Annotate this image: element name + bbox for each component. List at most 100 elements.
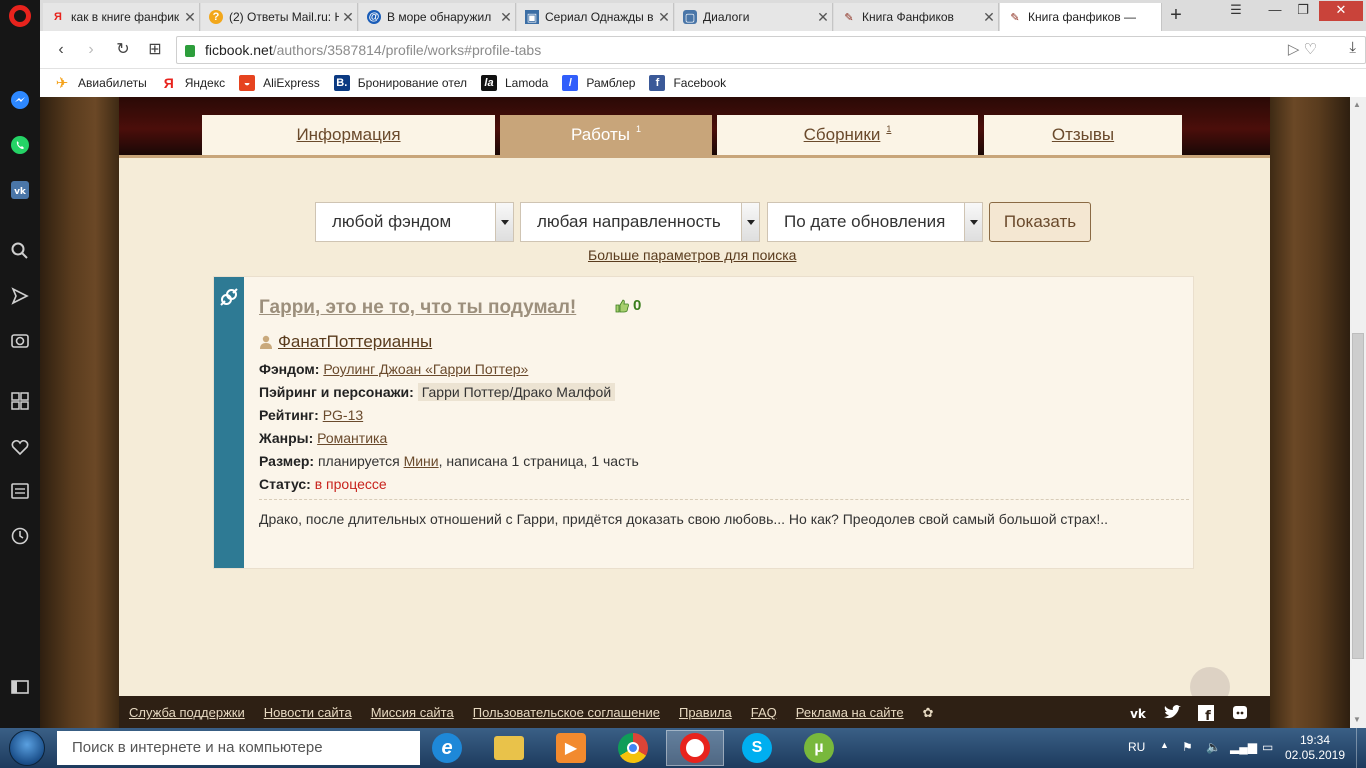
tab-collections[interactable]: Сборники 1 [717,115,978,155]
volume-icon[interactable]: 🔈 [1206,740,1221,754]
genre-link[interactable]: Романтика [317,430,387,446]
footer-link-news[interactable]: Новости сайта [264,705,352,721]
browser-tab-2[interactable]: @ В море обнаружил ✕ [359,3,516,31]
close-icon[interactable]: ✕ [181,9,199,26]
bookmark-aviabilety[interactable]: ✈ Авиабилеты [54,75,147,92]
bookmark-label: Lamoda [504,76,549,90]
twitter-icon[interactable] [1162,704,1182,722]
download-icon[interactable]: ⤓ [1349,39,1356,56]
more-search-params-link[interactable]: Больше параметров для поиска [588,247,796,263]
author[interactable]: ФанатПоттерианны [260,332,432,352]
facebook-icon[interactable]: f [1196,704,1216,722]
close-icon[interactable]: ✕ [814,9,832,26]
chevron-down-icon[interactable] [741,203,759,241]
close-icon[interactable]: ✕ [339,9,357,26]
browser-tab-5[interactable]: ✎ Книга Фанфиков ✕ [834,3,999,31]
url-field[interactable]: ficbook.net/authors/3587814/profile/work… [176,36,1366,64]
reload-button[interactable]: ↻ [112,39,134,61]
history-icon[interactable] [8,524,32,548]
taskbar-ie[interactable]: e [418,730,476,766]
footer-link-ads[interactable]: Реклама на сайте [796,705,904,721]
battery-icon[interactable]: ▭ [1262,740,1273,754]
tab-menu-icon[interactable]: ☰ [1225,1,1247,21]
bookmark-facebook[interactable]: f Facebook [649,75,726,91]
vk-icon[interactable]: vk [1128,704,1148,722]
browser-tab-6[interactable]: ✎ Книга фанфиков — [1000,3,1162,31]
close-icon[interactable]: ✕ [980,9,998,26]
footer-link-mission[interactable]: Миссия сайта [371,705,454,721]
minimize-button[interactable]: — [1262,1,1288,21]
scroll-down-arrow-icon[interactable]: ▼ [1353,715,1361,724]
speed-dial-grid-icon[interactable]: ⊞ [144,39,166,61]
bookmark-label: Яндекс [184,76,226,90]
vk-icon[interactable]: vk [8,178,32,202]
size-link[interactable]: Мини [404,453,439,469]
send-icon[interactable] [8,284,32,308]
camera-icon[interactable] [8,328,32,352]
sort-select[interactable]: По дате обновления [767,202,983,242]
messenger-icon[interactable] [8,88,32,112]
maximize-button[interactable]: ❐ [1290,1,1316,21]
taskbar-chrome[interactable] [604,730,662,766]
tab-reviews[interactable]: Отзывы [984,115,1182,155]
tab-information[interactable]: Информация [202,115,495,155]
author-link[interactable]: ФанатПоттерианны [278,332,432,352]
speed-dial-icon[interactable] [8,389,32,413]
bookmark-lamoda[interactable]: la Lamoda [480,75,549,91]
taskbar-search-input[interactable]: Поиск в интернете и на компьютере [57,731,420,765]
fandom-link[interactable]: Роулинг Джоан «Гарри Поттер» [323,361,528,377]
clock[interactable]: 19:34 02.05.2019 [1284,733,1346,763]
paw-icon[interactable]: ✿ [923,705,934,721]
action-center-icon[interactable]: ⚑ [1182,740,1193,754]
footer-link-support[interactable]: Служба поддержки [129,705,245,721]
show-desktop-button[interactable] [1356,728,1366,768]
bookmark-booking[interactable]: B. Бронирование отел [333,75,467,91]
sidebar-toggle-icon[interactable] [8,675,32,699]
fic-title-link[interactable]: Гарри, это не то, что ты подумал! [259,297,576,319]
bookmark-aliexpress[interactable]: ◒ AliExpress [239,75,320,91]
taskbar-skype[interactable]: S [728,730,786,766]
footer-link-faq[interactable]: FAQ [751,705,777,721]
tab-strip: Я как в книге фанфик ✕ ? (2) Ответы Mail… [40,0,1366,31]
chevron-down-icon[interactable] [495,203,513,241]
bookmark-yandex[interactable]: Я Яндекс [161,75,225,91]
chevron-down-icon[interactable] [964,203,982,241]
opera-logo-icon[interactable] [9,5,31,27]
browser-tab-4[interactable]: ▢ Диалоги ✕ [675,3,833,31]
forward-button[interactable]: › [80,39,102,61]
language-indicator[interactable]: RU [1128,740,1145,754]
taskbar-utorrent[interactable]: µ [790,730,848,766]
send-and-heart-icons[interactable]: ▷ ♡ [1288,40,1317,58]
show-hidden-icons-icon[interactable]: ▲ [1160,740,1169,750]
news-icon[interactable] [8,479,32,503]
bookmark-rambler[interactable]: / Рамблер [562,75,635,91]
footer-link-user-agreement[interactable]: Пользовательское соглашение [473,705,660,721]
footer-link-rules[interactable]: Правила [679,705,732,721]
close-window-button[interactable]: ✕ [1319,1,1363,21]
close-icon[interactable]: ✕ [497,9,515,26]
close-icon[interactable]: ✕ [655,9,673,26]
pairing-tag[interactable]: Гарри Поттер/Драко Малфой [417,383,616,401]
page-scrollbar[interactable]: ▲ ▼ [1350,97,1366,728]
browser-tab-0[interactable]: Я как в книге фанфик ✕ [43,3,200,31]
scrollbar-thumb[interactable] [1352,333,1364,659]
taskbar-opera[interactable] [666,730,724,766]
start-button[interactable] [3,729,51,767]
show-button[interactable]: Показать [989,202,1091,242]
direction-select[interactable]: любая направленность [520,202,760,242]
new-tab-button[interactable]: + [1164,4,1188,28]
discord-icon[interactable] [1230,704,1250,722]
network-icon[interactable]: ▂▄▆ [1230,740,1257,754]
rating-link[interactable]: PG-13 [323,407,363,423]
whatsapp-icon[interactable] [8,133,32,157]
search-icon[interactable] [8,239,32,263]
back-button[interactable]: ‹ [50,39,72,61]
browser-tab-1[interactable]: ? (2) Ответы Mail.ru: Н ✕ [201,3,358,31]
taskbar-media-player[interactable]: ▶ [542,730,600,766]
tab-works[interactable]: Работы 1 [500,115,712,155]
taskbar-explorer[interactable] [480,730,538,766]
heart-icon[interactable] [8,435,32,459]
browser-tab-3[interactable]: ▣ Сериал Однажды в ✕ [517,3,674,31]
scroll-up-arrow-icon[interactable]: ▲ [1353,100,1361,109]
fandom-select[interactable]: любой фэндом [315,202,514,242]
